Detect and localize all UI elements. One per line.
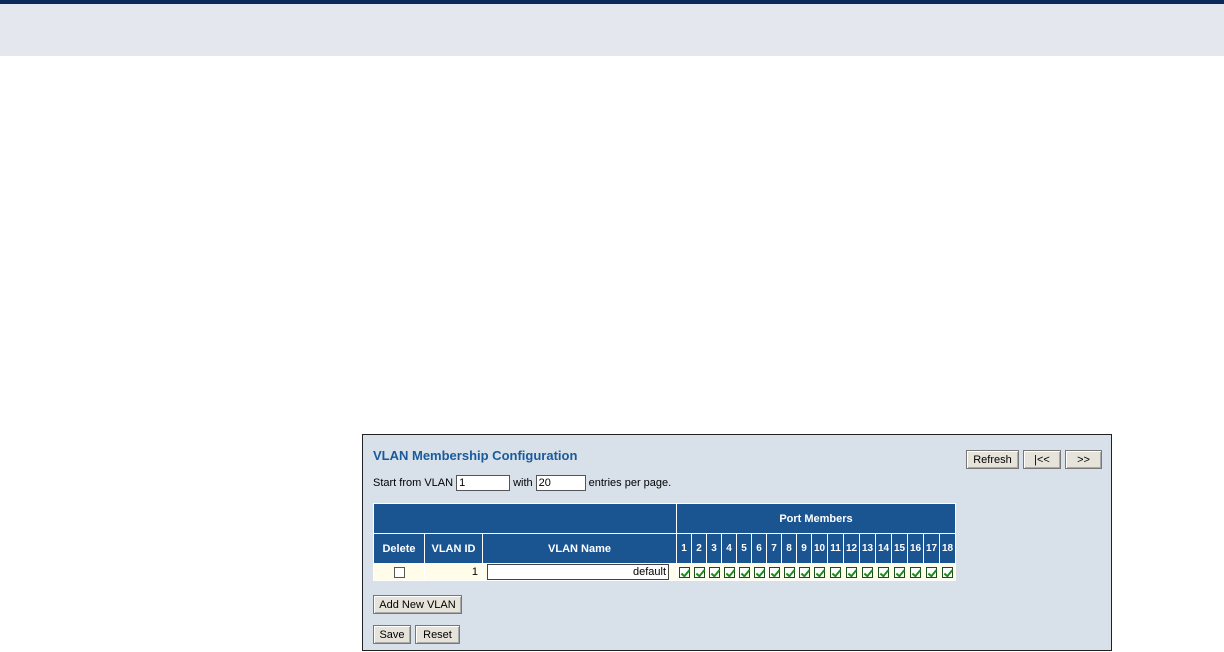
start-vlan-input[interactable] [456, 475, 511, 491]
port-header-13: 13 [859, 533, 876, 564]
delete-checkbox[interactable] [393, 566, 405, 578]
port-header-4: 4 [721, 533, 737, 564]
port-member-cell [843, 563, 860, 581]
start-from-label: Start from VLAN [373, 476, 454, 489]
port-member-cell [875, 563, 892, 581]
port-member-cell [721, 563, 737, 581]
port-member-cell [796, 563, 812, 581]
port-member-cell [706, 563, 722, 581]
port-header-12: 12 [843, 533, 860, 564]
port-header-16: 16 [907, 533, 924, 564]
port-header-14: 14 [875, 533, 892, 564]
port-header-17: 17 [923, 533, 940, 564]
port-member-checkbox-6[interactable] [753, 566, 765, 578]
port-header-8: 8 [781, 533, 797, 564]
port-header-7: 7 [766, 533, 782, 564]
port-member-checkbox-16[interactable] [910, 566, 921, 578]
page-title: VLAN Membership Configuration [373, 448, 578, 463]
vlan-membership-table: Port Members Delete VLAN ID VLAN Name 12… [373, 503, 956, 581]
port-member-cell [859, 563, 876, 581]
paging-controls: Start from VLAN with entries per page. [373, 475, 671, 491]
port-member-cell [923, 563, 940, 581]
port-member-checkbox-13[interactable] [862, 566, 873, 578]
port-member-checkbox-2[interactable] [693, 566, 705, 578]
delete-header: Delete [373, 533, 425, 564]
port-member-cell [751, 563, 767, 581]
refresh-button[interactable]: Refresh [966, 450, 1019, 469]
port-members-header: Port Members [676, 503, 956, 534]
vlan-name-cell [482, 563, 677, 581]
port-member-checkbox-17[interactable] [926, 566, 937, 578]
next-page-button[interactable]: >> [1065, 450, 1102, 469]
port-member-cell [736, 563, 752, 581]
port-header-2: 2 [691, 533, 707, 564]
reset-button[interactable]: Reset [415, 625, 460, 644]
table-row: 1 [373, 563, 956, 581]
port-member-checkbox-3[interactable] [708, 566, 720, 578]
port-member-cell [827, 563, 844, 581]
port-member-cell [811, 563, 828, 581]
vlan-membership-panel: VLAN Membership Configuration Refresh |<… [362, 434, 1112, 651]
port-member-checkbox-9[interactable] [798, 566, 810, 578]
page-header-bar [0, 0, 1224, 56]
save-button[interactable]: Save [373, 625, 411, 644]
port-header-9: 9 [796, 533, 812, 564]
with-label: with [513, 476, 533, 489]
port-header-6: 6 [751, 533, 767, 564]
port-header-18: 18 [939, 533, 956, 564]
port-member-cell [781, 563, 797, 581]
port-member-checkbox-11[interactable] [830, 566, 841, 578]
port-header-11: 11 [827, 533, 844, 564]
port-member-cell [891, 563, 908, 581]
port-member-cell [691, 563, 707, 581]
port-header-5: 5 [736, 533, 752, 564]
first-page-button[interactable]: |<< [1023, 450, 1061, 469]
port-member-checkbox-14[interactable] [878, 566, 889, 578]
port-member-checkbox-12[interactable] [846, 566, 857, 578]
vlan-name-header: VLAN Name [482, 533, 677, 564]
port-member-checkbox-4[interactable] [723, 566, 735, 578]
port-header-15: 15 [891, 533, 908, 564]
add-new-vlan-button[interactable]: Add New VLAN [373, 595, 462, 614]
port-member-checkbox-7[interactable] [768, 566, 780, 578]
port-header-3: 3 [706, 533, 722, 564]
vlan-name-input[interactable] [487, 564, 669, 580]
port-member-checkbox-15[interactable] [894, 566, 905, 578]
vlan-id-header: VLAN ID [424, 533, 483, 564]
delete-cell [373, 563, 425, 581]
port-member-cell [907, 563, 924, 581]
port-member-checkbox-10[interactable] [814, 566, 825, 578]
port-member-checkbox-8[interactable] [783, 566, 795, 578]
port-header-10: 10 [811, 533, 828, 564]
port-member-cell [676, 563, 692, 581]
table-header-blank [373, 503, 677, 534]
port-member-checkbox-5[interactable] [738, 566, 750, 578]
port-member-checkbox-18[interactable] [942, 566, 953, 578]
port-member-cell [766, 563, 782, 581]
port-member-cell [939, 563, 956, 581]
port-member-checkbox-1[interactable] [678, 566, 690, 578]
port-header-1: 1 [676, 533, 692, 564]
entries-per-page-label: entries per page. [588, 476, 672, 489]
entries-per-page-input[interactable] [535, 475, 586, 491]
vlan-id-cell: 1 [424, 563, 483, 581]
